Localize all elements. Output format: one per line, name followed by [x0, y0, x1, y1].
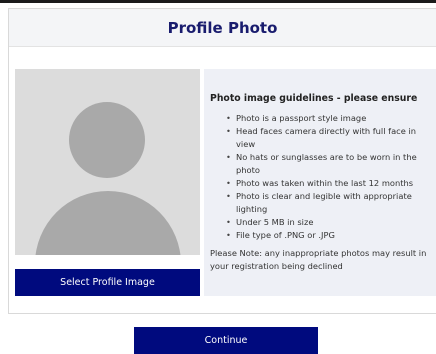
avatar-silhouette-icon [69, 102, 145, 178]
guidelines-note: Please Note: any inappropriate photos ma… [210, 248, 427, 271]
page-title: Profile Photo [167, 18, 278, 37]
select-profile-image-button[interactable]: Select Profile Image [15, 269, 200, 296]
guideline-item: Photo is clear and legible with appropri… [226, 190, 431, 216]
guideline-item: File type of .PNG or .JPG [226, 229, 431, 242]
guidelines-list: Photo is a passport style image Head fac… [210, 112, 431, 242]
profile-photo-card: Profile Photo Select Profile Image Photo… [8, 8, 436, 314]
avatar-silhouette-body [35, 191, 181, 255]
guideline-item: Head faces camera directly with full fac… [226, 125, 431, 151]
guideline-item: Under 5 MB in size [226, 216, 431, 229]
guidelines-title: Photo image guidelines - please ensure [210, 93, 418, 104]
guideline-item: No hats or sunglasses are to be worn in … [226, 151, 431, 177]
card-header: Profile Photo [9, 9, 436, 47]
top-border [0, 0, 436, 3]
avatar-placeholder [15, 69, 200, 255]
guideline-item: Photo was taken within the last 12 month… [226, 177, 431, 190]
photo-guidelines-panel: Photo image guidelines - please ensure P… [204, 69, 436, 296]
continue-button[interactable]: Continue [134, 327, 318, 354]
guideline-item: Photo is a passport style image [226, 112, 431, 125]
